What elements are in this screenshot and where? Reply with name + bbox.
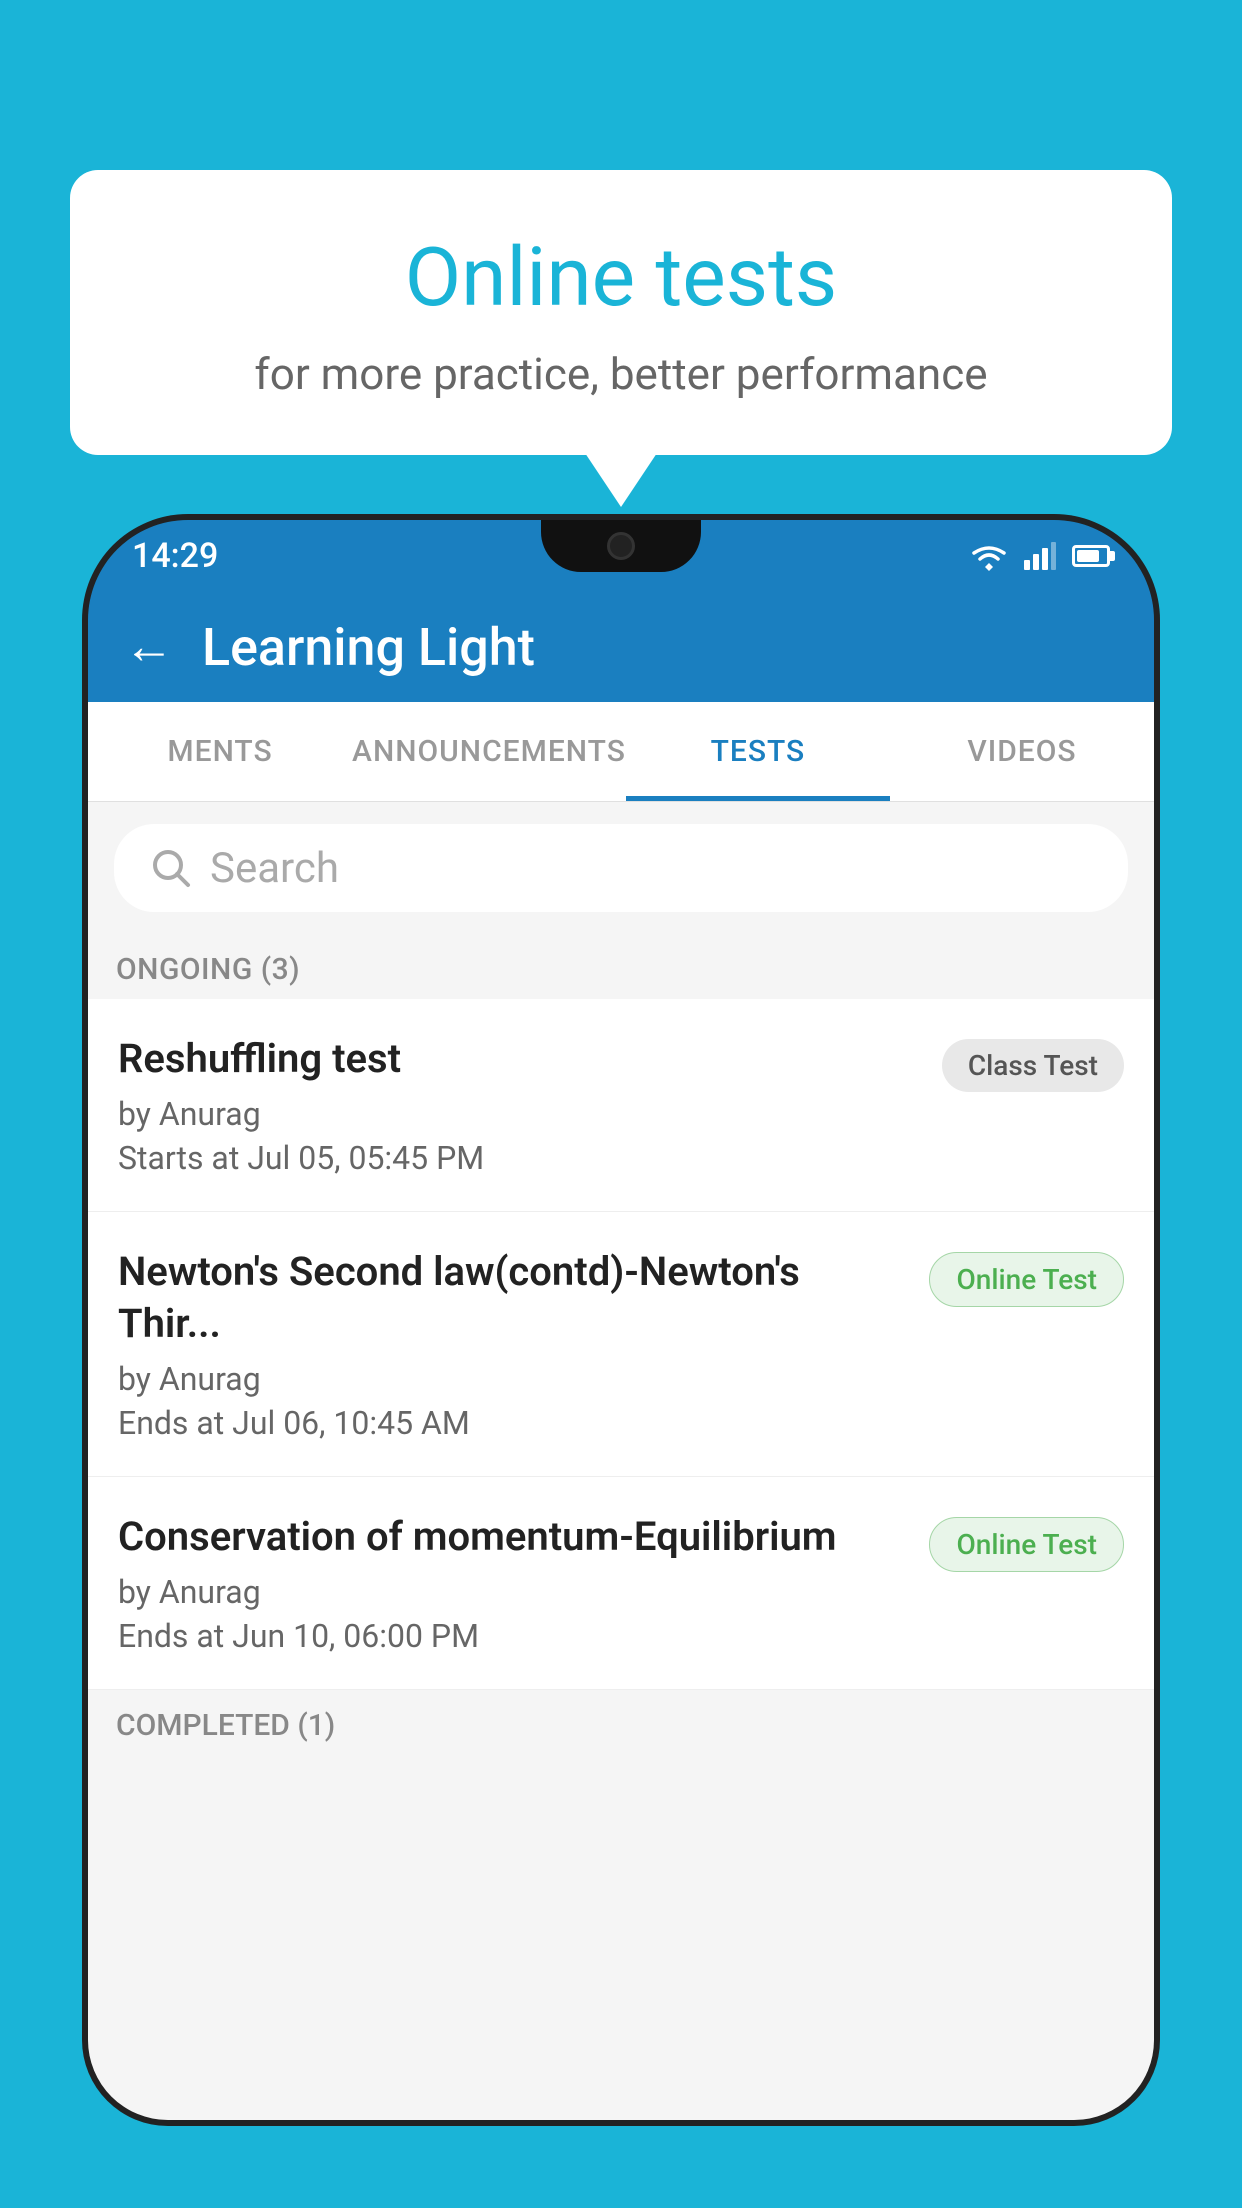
test-name: Newton's Second law(contd)-Newton's Thir…: [118, 1246, 909, 1350]
test-author: by Anurag: [118, 1573, 909, 1611]
phone-frame: 14:29: [88, 520, 1154, 2120]
test-badge: Online Test: [929, 1517, 1124, 1572]
test-time: Ends at Jun 10, 06:00 PM: [118, 1617, 909, 1655]
test-badge: Online Test: [929, 1252, 1124, 1307]
completed-label: COMPLETED (1): [116, 1708, 335, 1743]
search-bar[interactable]: Search: [114, 824, 1128, 912]
tab-tests[interactable]: TESTS: [626, 702, 890, 801]
ongoing-label: ONGOING (3): [116, 952, 300, 987]
test-list: Reshuffling test by Anurag Starts at Jul…: [88, 999, 1154, 1690]
signal-icon: [1024, 542, 1056, 570]
back-button[interactable]: ←: [124, 622, 174, 672]
speech-bubble: Online tests for more practice, better p…: [70, 170, 1172, 455]
tab-announcements[interactable]: ANNOUNCEMENTS: [352, 702, 626, 801]
search-icon: [150, 847, 192, 889]
camera-dot: [607, 532, 635, 560]
status-icons: [970, 541, 1110, 571]
content-area: Search ONGOING (3) Reshuffling test by A…: [88, 802, 1154, 2120]
tab-videos[interactable]: VIDEOS: [890, 702, 1154, 801]
phone-notch: [541, 520, 701, 572]
search-placeholder: Search: [210, 844, 339, 893]
test-info: Conservation of momentum-Equilibrium by …: [118, 1511, 929, 1655]
test-time: Starts at Jul 05, 05:45 PM: [118, 1139, 922, 1177]
test-author: by Anurag: [118, 1095, 922, 1133]
bubble-title: Online tests: [130, 230, 1112, 326]
test-author: by Anurag: [118, 1360, 909, 1398]
test-item[interactable]: Conservation of momentum-Equilibrium by …: [88, 1477, 1154, 1690]
test-name: Reshuffling test: [118, 1033, 922, 1085]
ongoing-section-header: ONGOING (3): [88, 934, 1154, 999]
speech-bubble-container: Online tests for more practice, better p…: [70, 170, 1172, 455]
battery-icon: [1072, 545, 1110, 567]
tab-ments[interactable]: MENTS: [88, 702, 352, 801]
phone-screen: ← Learning Light MENTS ANNOUNCEMENTS TES…: [88, 592, 1154, 2120]
wifi-icon: [970, 541, 1008, 571]
test-badge: Class Test: [942, 1039, 1124, 1092]
app-bar: ← Learning Light: [88, 592, 1154, 702]
app-title: Learning Light: [202, 617, 535, 678]
test-item[interactable]: Reshuffling test by Anurag Starts at Jul…: [88, 999, 1154, 1212]
status-time: 14:29: [132, 536, 218, 576]
test-item[interactable]: Newton's Second law(contd)-Newton's Thir…: [88, 1212, 1154, 1477]
completed-section-header: COMPLETED (1): [88, 1690, 1154, 1755]
test-info: Newton's Second law(contd)-Newton's Thir…: [118, 1246, 929, 1442]
test-info: Reshuffling test by Anurag Starts at Jul…: [118, 1033, 942, 1177]
phone-container: 14:29: [88, 520, 1154, 2208]
test-time: Ends at Jul 06, 10:45 AM: [118, 1404, 909, 1442]
bubble-subtitle: for more practice, better performance: [130, 348, 1112, 400]
test-name: Conservation of momentum-Equilibrium: [118, 1511, 909, 1563]
search-bar-container: Search: [88, 802, 1154, 934]
tabs-bar: MENTS ANNOUNCEMENTS TESTS VIDEOS: [88, 702, 1154, 802]
